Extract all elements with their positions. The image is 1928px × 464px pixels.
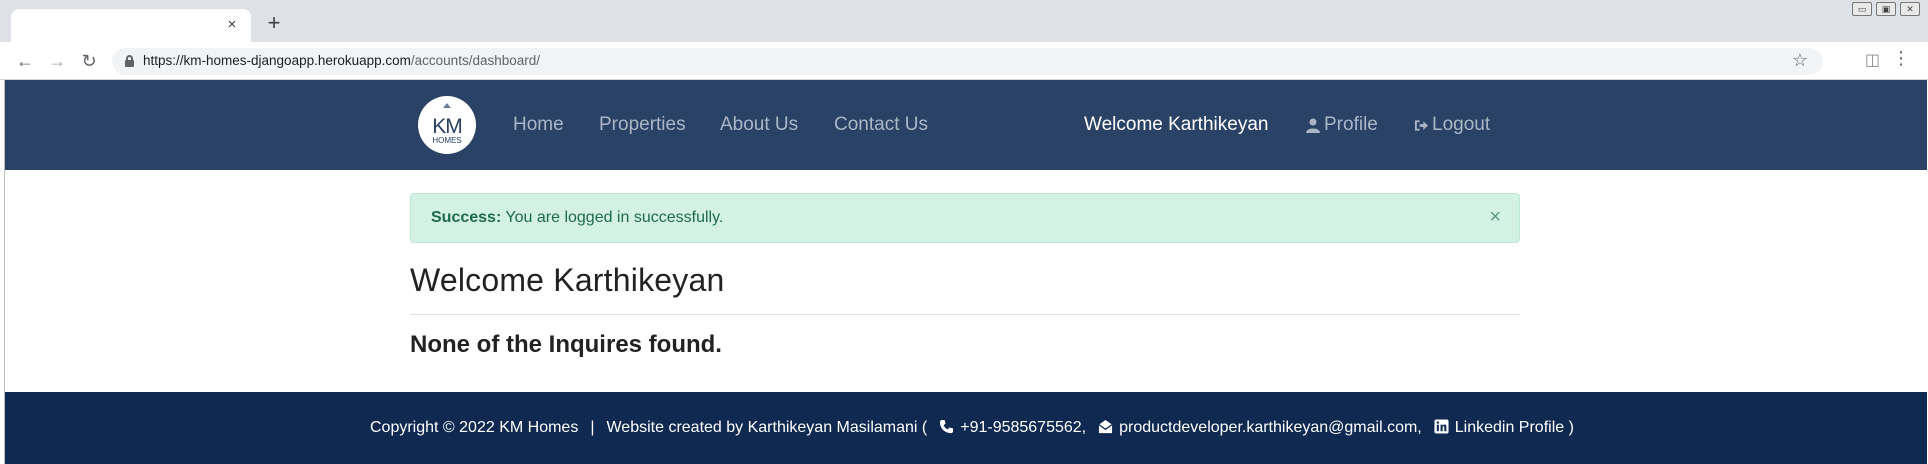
camera-icon[interactable]: ◫ — [1865, 50, 1880, 70]
alert-close-icon[interactable]: × — [1489, 207, 1501, 227]
nav-link-contact-us[interactable]: Contact Us — [834, 114, 928, 136]
web-page: KM HOMES Home Properties About Us Contac… — [4, 80, 1927, 464]
linkedin-icon — [1434, 419, 1449, 437]
house-roof-icon — [443, 103, 451, 108]
success-alert: Success: You are logged in successfully.… — [410, 193, 1520, 243]
site-navbar: KM HOMES Home Properties About Us Contac… — [5, 80, 1927, 170]
inquiries-empty-text: None of the Inquires found. — [410, 331, 722, 358]
logout-label: Logout — [1432, 114, 1491, 135]
footer-separator: | — [590, 419, 595, 436]
nav-link-about-us[interactable]: About Us — [720, 114, 798, 136]
back-arrow-icon[interactable]: ← — [14, 50, 36, 72]
url-host: https://km-homes-djangoapp.herokuapp.com — [143, 53, 411, 68]
user-icon — [1306, 118, 1320, 133]
url-text[interactable]: https://km-homes-djangoapp.herokuapp.com… — [143, 53, 540, 68]
footer-created-by: Website created by Karthikeyan Masilaman… — [606, 419, 928, 436]
minimize-button[interactable]: ▭ — [1852, 2, 1872, 16]
nav-link-properties[interactable]: Properties — [599, 114, 686, 136]
logo-homes-text: HOMES — [432, 136, 462, 145]
alert-message: You are logged in successfully. — [505, 209, 724, 226]
page-title: Welcome Karthikeyan — [410, 262, 725, 298]
restore-button[interactable]: ▣ — [1876, 2, 1896, 16]
window-controls: ▭ ▣ ✕ — [1852, 2, 1920, 16]
reload-icon[interactable]: ↻ — [78, 50, 100, 72]
alert-text: Success: You are logged in successfully. — [431, 209, 723, 227]
footer-phone[interactable]: +91-9585675562, — [960, 419, 1086, 437]
profile-label: Profile — [1324, 114, 1378, 135]
phone-icon — [939, 419, 954, 437]
browser-tab-strip: × + ▭ ▣ ✕ — [0, 0, 1928, 42]
divider — [410, 314, 1520, 315]
nav-link-logout[interactable]: Logout — [1414, 114, 1490, 136]
new-tab-button[interactable]: + — [263, 12, 285, 35]
address-bar[interactable]: https://km-homes-djangoapp.herokuapp.com… — [112, 48, 1823, 75]
tab-close-icon[interactable]: × — [223, 16, 241, 34]
sign-out-icon — [1414, 119, 1428, 131]
footer-linkedin-link[interactable]: Linkedin Profile ) — [1455, 419, 1574, 437]
nav-link-home[interactable]: Home — [513, 114, 564, 136]
nav-welcome-text: Welcome Karthikeyan — [1084, 114, 1269, 135]
footer-copyright: Copyright © 2022 KM Homes — [370, 419, 579, 436]
url-path: /accounts/dashboard/ — [410, 53, 540, 68]
bookmark-star-icon[interactable]: ☆ — [1792, 50, 1808, 71]
alert-label: Success: — [431, 209, 502, 226]
envelope-icon — [1098, 419, 1113, 437]
browser-menu-icon[interactable]: ⋮ — [1892, 48, 1910, 69]
forward-arrow-icon[interactable]: → — [46, 50, 68, 72]
site-footer: Copyright © 2022 KM Homes | Website crea… — [5, 392, 1927, 464]
footer-line: Copyright © 2022 KM Homes | Website crea… — [370, 419, 1574, 437]
close-window-button[interactable]: ✕ — [1900, 2, 1920, 16]
footer-email[interactable]: productdeveloper.karthikeyan@gmail.com, — [1119, 419, 1422, 437]
browser-toolbar: ← → ↻ https://km-homes-djangoapp.herokua… — [0, 42, 1928, 80]
km-homes-logo[interactable]: KM HOMES — [418, 96, 476, 154]
lock-icon[interactable] — [125, 55, 134, 67]
browser-tab[interactable]: × — [11, 9, 251, 42]
nav-link-profile[interactable]: Profile — [1306, 114, 1378, 136]
